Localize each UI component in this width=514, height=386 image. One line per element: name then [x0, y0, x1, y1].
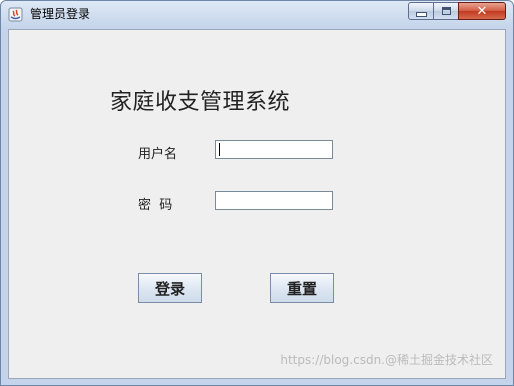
- system-title: 家庭收支管理系统: [110, 90, 291, 115]
- text-caret: [219, 143, 220, 156]
- java-app-icon: [8, 7, 23, 22]
- maximize-icon: [441, 7, 451, 15]
- maximize-button[interactable]: [433, 2, 459, 20]
- username-label: 用户名: [138, 147, 178, 162]
- password-input[interactable]: [215, 191, 333, 210]
- login-window: 管理员登录 ✕ 家庭收支管理系统 用户名 密 码 登录 重置 https://b…: [0, 0, 514, 386]
- password-label: 密 码: [138, 198, 173, 213]
- minimize-icon: [415, 11, 427, 17]
- close-icon: ✕: [476, 3, 488, 19]
- minimize-button[interactable]: [408, 2, 434, 20]
- content-pane: 家庭收支管理系统 用户名 密 码 登录 重置 https://blog.csdn…: [8, 29, 506, 379]
- watermark: https://blog.csdn.@稀土掘金技术社区: [280, 353, 493, 367]
- window-title: 管理员登录: [30, 7, 91, 21]
- close-button[interactable]: ✕: [458, 2, 506, 20]
- username-input[interactable]: [215, 140, 333, 159]
- reset-button[interactable]: 重置: [270, 273, 334, 303]
- title-bar[interactable]: 管理员登录 ✕: [1, 1, 513, 29]
- login-button[interactable]: 登录: [138, 273, 202, 303]
